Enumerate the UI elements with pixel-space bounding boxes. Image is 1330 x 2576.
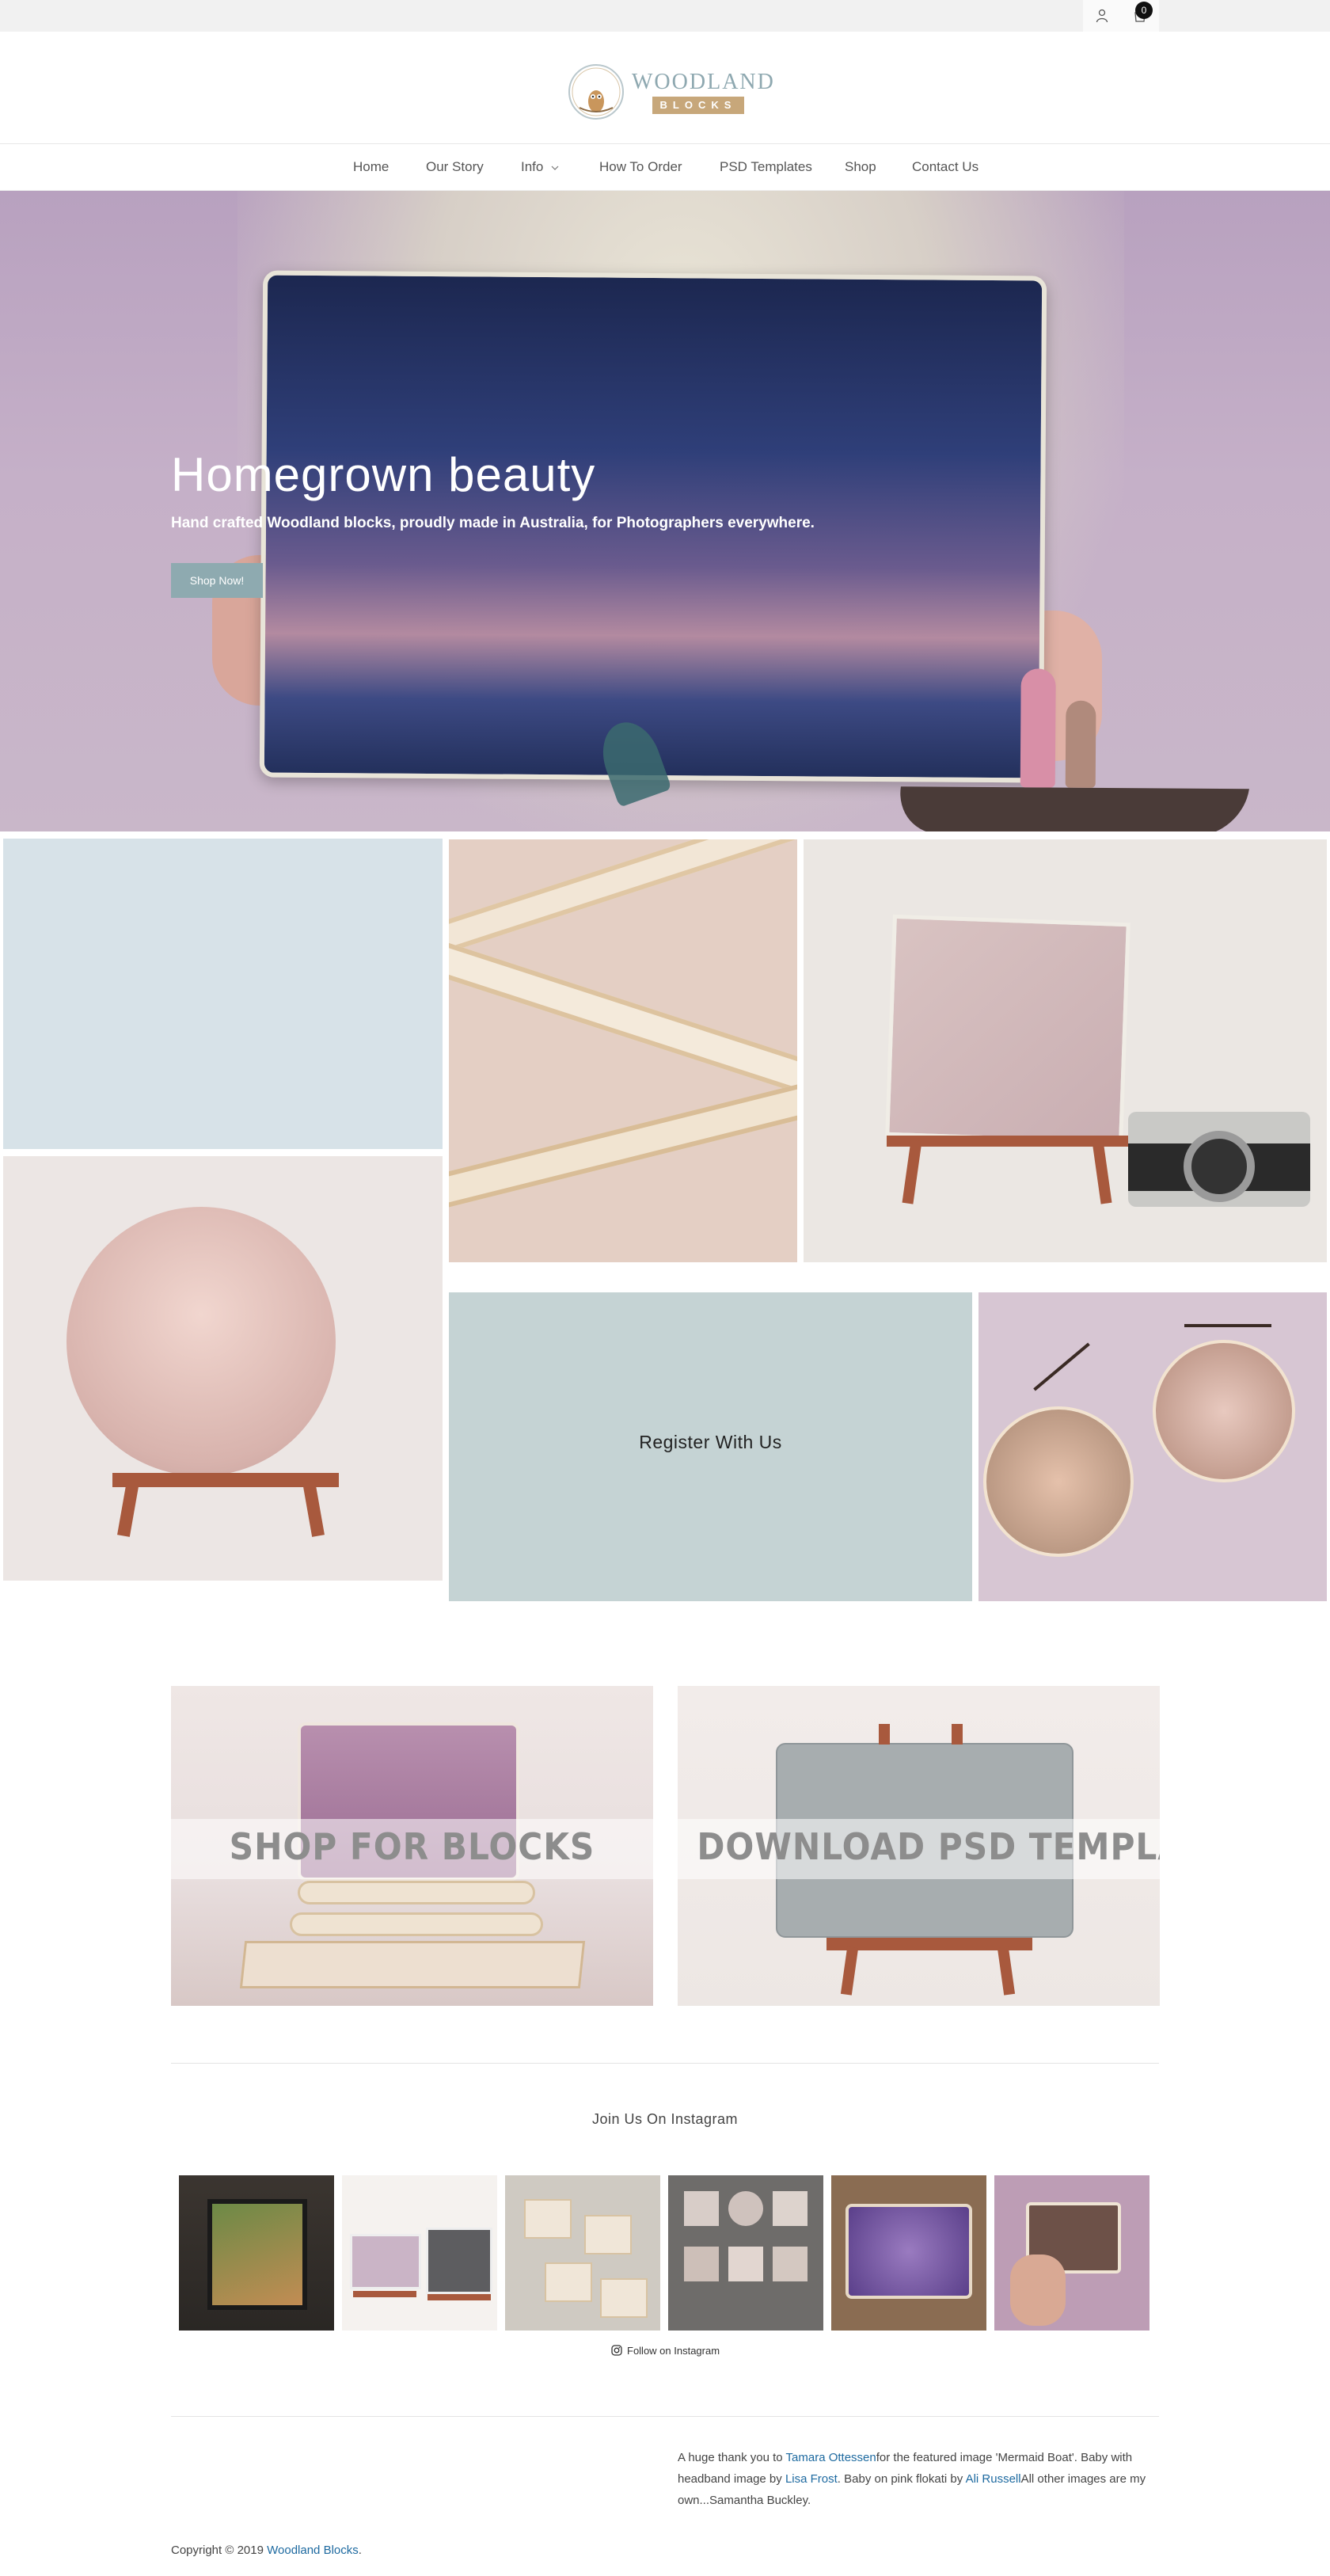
hero-banner: Homegrown beauty Hand crafted Woodland b…	[0, 191, 1330, 831]
mini-photo	[773, 2191, 808, 2226]
cart-count-badge: 0	[1135, 2, 1153, 19]
gallery-tile-hanging-rounds	[978, 1292, 1327, 1601]
easel-leg	[902, 1140, 922, 1204]
easel-top	[952, 1724, 963, 1745]
round-block-edge	[298, 1881, 535, 1904]
mini-block	[545, 2262, 592, 2302]
follow-on-instagram-link[interactable]: Follow on Instagram	[611, 2342, 720, 2358]
camera	[1128, 1112, 1310, 1207]
camera-lens	[1184, 1131, 1255, 1202]
image-credits: A huge thank you to Tamara Ottessenfor t…	[678, 2447, 1162, 2511]
block-photo	[426, 2228, 492, 2294]
block-photo	[350, 2234, 421, 2289]
copyright-prefix: Copyright © 2019	[171, 2544, 268, 2557]
instagram-photo-2[interactable]	[342, 2175, 497, 2331]
hanging-round-block	[983, 1406, 1134, 1557]
hand	[1010, 2254, 1066, 2326]
nav-info-label: Info	[521, 159, 544, 174]
top-bar: 0	[0, 0, 1330, 32]
shop-for-blocks-card[interactable]: SHOP FOR BLOCKS	[171, 1686, 653, 2006]
nav-psd-templates[interactable]: PSD Templates	[720, 159, 812, 175]
easel-leg	[302, 1480, 325, 1537]
credit-link-lisa[interactable]: Lisa Frost	[785, 2472, 838, 2486]
boat	[894, 786, 1249, 831]
nav-our-story[interactable]: Our Story	[426, 159, 484, 175]
copyright-link[interactable]: Woodland Blocks	[267, 2544, 359, 2557]
hero-subtitle: Hand crafted Woodland blocks, proudly ma…	[171, 515, 815, 531]
round-photo-block	[66, 1207, 336, 1476]
user-icon[interactable]	[1092, 6, 1112, 25]
mini-block	[600, 2278, 648, 2318]
follow-label: Follow on Instagram	[627, 2344, 720, 2357]
credit-link-ali[interactable]: Ali Russell	[966, 2472, 1021, 2486]
instagram-icon	[611, 2345, 622, 2356]
copyright: Copyright © 2019 Woodland Blocks.	[171, 2544, 362, 2557]
mini-photo	[728, 2247, 763, 2281]
instagram-title: Join Us On Instagram	[591, 2111, 739, 2127]
easel-leg	[117, 1480, 139, 1537]
register-with-us-tile[interactable]: Register With Us	[449, 1292, 972, 1601]
gallery-tile-blank	[3, 839, 443, 1149]
gallery-tile-block-edges	[449, 839, 797, 1262]
download-psd-templates-card[interactable]: DOWNLOAD PSD TEMPLATES	[678, 1686, 1160, 2006]
easel-leg	[840, 1946, 859, 1996]
download-psd-templates-label: DOWNLOAD PSD TEMPLATES	[697, 1825, 1160, 1868]
easel-leg	[1092, 1140, 1112, 1204]
nav-shop[interactable]: Shop	[845, 159, 876, 175]
ply-edge	[449, 1071, 797, 1213]
mini-block	[584, 2215, 632, 2254]
owl-icon	[568, 64, 624, 120]
site-logo[interactable]: WOODLAND BLOCKS	[565, 60, 773, 124]
hero-title: Homegrown beauty	[171, 448, 596, 501]
ply-edge	[449, 938, 797, 1109]
framed-photo	[207, 2199, 307, 2310]
logo-subtitle: BLOCKS	[652, 97, 744, 114]
copyright-suffix: .	[358, 2544, 362, 2557]
hanging-round-block	[1153, 1340, 1295, 1482]
shop-for-blocks-label: SHOP FOR BLOCKS	[229, 1825, 595, 1868]
logo-wordmark: WOODLAND	[632, 70, 775, 94]
girl-figure	[1020, 668, 1056, 788]
instagram-photo-4[interactable]	[668, 2175, 823, 2331]
mini-photo	[684, 2191, 719, 2226]
instagram-photo-1[interactable]	[179, 2175, 334, 2331]
easel-bar	[428, 2294, 491, 2300]
round-block-edge	[290, 1912, 543, 1936]
child-figure	[1065, 700, 1096, 788]
footer-divider	[171, 2416, 1159, 2417]
mini-photo	[728, 2191, 763, 2226]
nav-how-to-order[interactable]: How To Order	[599, 159, 682, 175]
credit-link-tamara[interactable]: Tamara Ottessen	[786, 2451, 876, 2464]
hanging-strap	[1033, 1342, 1090, 1391]
chevron-down-icon	[551, 166, 559, 170]
instagram-photo-5[interactable]	[831, 2175, 986, 2331]
nav-home[interactable]: Home	[353, 159, 389, 175]
nav-info[interactable]: Info	[521, 159, 560, 175]
easel-bar	[353, 2291, 416, 2297]
easel-top	[879, 1724, 890, 1745]
credits-text: . Baby on pink flokati by	[837, 2472, 966, 2486]
section-divider	[171, 2063, 1159, 2064]
purple-block-photo	[846, 2204, 972, 2299]
mini-photo	[684, 2247, 719, 2281]
gallery-tile-round-block	[3, 1156, 443, 1581]
mini-photo	[773, 2247, 808, 2281]
easel-leg	[997, 1946, 1016, 1996]
ply-edge	[449, 839, 797, 963]
nav-contact-us[interactable]: Contact Us	[912, 159, 978, 175]
gallery-tile-easel-camera	[804, 839, 1327, 1262]
instagram-photo-6[interactable]	[994, 2175, 1150, 2331]
mini-block	[524, 2199, 572, 2239]
square-block-stack	[239, 1941, 586, 1988]
main-nav: Home Our Story Info How To Order PSD Tem…	[0, 145, 1330, 191]
hanging-strap	[1184, 1324, 1271, 1327]
register-label: Register With Us	[639, 1432, 782, 1452]
credits-text: A huge thank you to	[678, 2451, 786, 2464]
instagram-photo-3[interactable]	[505, 2175, 660, 2331]
site-header: WOODLAND BLOCKS	[0, 32, 1330, 144]
photo-block	[885, 914, 1130, 1145]
shop-now-button[interactable]: Shop Now!	[171, 563, 263, 598]
